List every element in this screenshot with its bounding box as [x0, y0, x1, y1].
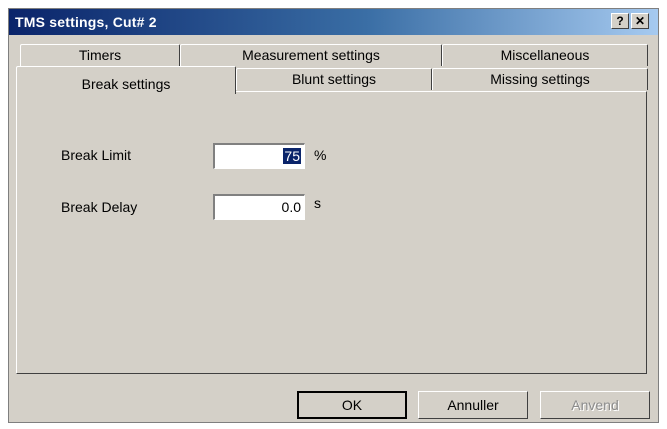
tab-label: Break settings [81, 76, 171, 92]
break-limit-value: 75 [283, 148, 301, 164]
tab-label: Timers [78, 47, 122, 63]
tab-blunt-settings[interactable]: Blunt settings [236, 68, 432, 90]
tab-label: Measurement settings [242, 47, 380, 63]
tab-break-settings[interactable]: Break settings [16, 66, 236, 94]
break-delay-value: 0.0 [281, 199, 301, 215]
tab-label: Miscellaneous [500, 47, 590, 63]
title-bar[interactable]: TMS settings, Cut# 2 ? ✕ [9, 9, 658, 35]
tab-label: Blunt settings [291, 71, 377, 87]
ok-button[interactable]: OK [297, 391, 407, 419]
apply-button[interactable]: Anvend [540, 391, 650, 419]
break-limit-label: Break Limit [61, 147, 132, 163]
tab-miscellaneous[interactable]: Miscellaneous [442, 44, 648, 66]
tab-missing-settings[interactable]: Missing settings [432, 68, 648, 90]
close-button[interactable]: ✕ [631, 13, 649, 29]
close-icon: ✕ [634, 14, 646, 28]
break-delay-input[interactable]: 0.0 [213, 194, 305, 220]
help-button[interactable]: ? [611, 13, 629, 29]
break-limit-input[interactable]: 75 [213, 143, 305, 169]
break-limit-unit: % [314, 147, 327, 163]
tab-label: Missing settings [490, 71, 590, 87]
cancel-button[interactable]: Annuller [418, 391, 528, 419]
break-delay-label: Break Delay [61, 199, 138, 215]
tab-measurement-settings[interactable]: Measurement settings [180, 44, 442, 66]
window-title: TMS settings, Cut# 2 [15, 14, 157, 30]
break-delay-unit: s [314, 195, 321, 211]
tab-timers[interactable]: Timers [20, 44, 180, 66]
tab-panel [16, 91, 647, 374]
